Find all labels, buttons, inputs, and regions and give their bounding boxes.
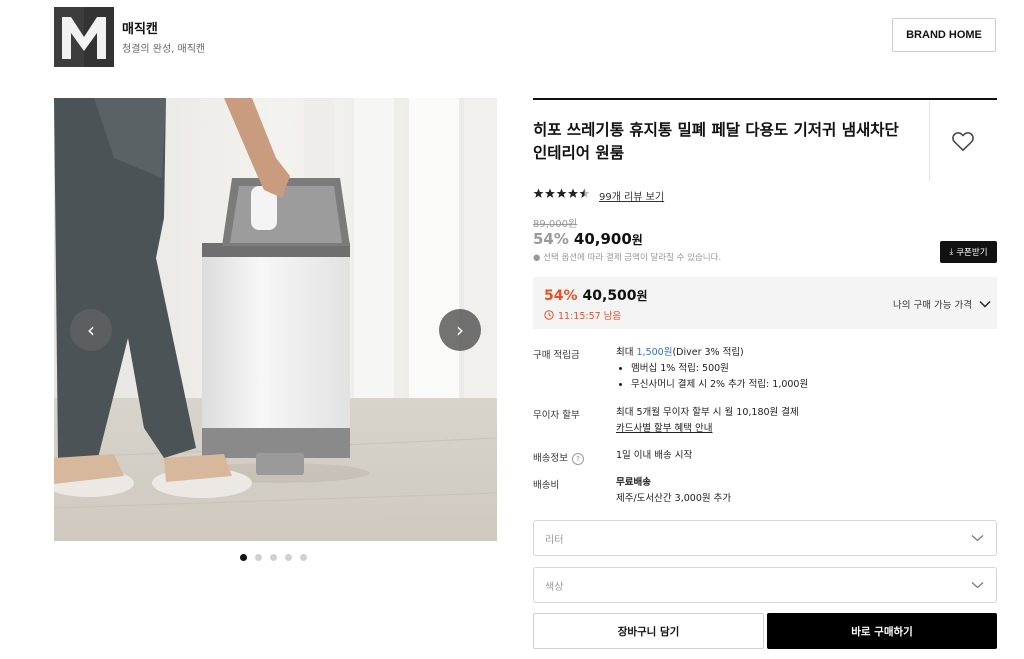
- installment-info: 최대 5개월 무이자 할부 시 월 10,180원 결제 카드사별 할부 혜택 …: [616, 405, 916, 437]
- chevron-down-icon: [971, 535, 984, 542]
- best-price-number: 40,500: [582, 288, 637, 304]
- points-info: 최대 1,500원(Diver 3% 적립) 멤버십 1% 적립: 500원 무…: [616, 345, 916, 393]
- chevron-down-icon: [971, 582, 984, 589]
- best-price-unit: 원: [636, 289, 648, 303]
- chevron-down-icon: [979, 301, 991, 308]
- color-select[interactable]: 색상: [533, 567, 997, 603]
- brand-logo[interactable]: [54, 7, 114, 67]
- add-to-cart-button[interactable]: 장바구니 담기: [533, 613, 764, 649]
- points-prefix: 최대: [616, 347, 637, 358]
- installment-text: 최대 5개월 무이자 할부 시 월 10,180원 결제: [616, 407, 799, 418]
- gallery-dot[interactable]: [255, 554, 262, 561]
- brand-home-button[interactable]: BRAND HOME: [892, 18, 996, 52]
- sale-price-row: 54% 40,900원: [533, 230, 643, 248]
- coupon-button[interactable]: ⤓ 쿠폰받기: [940, 241, 997, 263]
- product-image[interactable]: [54, 98, 497, 541]
- star-rating-icon: [533, 188, 590, 198]
- installment-link[interactable]: 카드사별 할부 혜택 안내: [616, 421, 916, 437]
- points-breakdown: 멤버십 1% 적립: 500원 무신사머니 결제 시 2% 추가 적립: 1,0…: [616, 361, 916, 393]
- brand-logo-mark: [54, 7, 114, 67]
- brand-name[interactable]: 매직캔: [122, 18, 158, 37]
- gallery-prev-button[interactable]: ‹: [70, 309, 112, 351]
- my-price-toggle[interactable]: 나의 구매 가능 가격: [893, 297, 991, 311]
- my-price-label: 나의 구매 가능 가격: [893, 300, 972, 311]
- fee-extra: 제주/도서산간 3,000원 추가: [616, 493, 732, 504]
- chevron-left-icon: ‹: [87, 318, 95, 342]
- chevron-right-icon: ›: [456, 318, 464, 342]
- shipping-text: 1일 이내 배송 시작: [616, 450, 693, 461]
- product-photo: [54, 98, 497, 541]
- help-icon[interactable]: ?: [571, 452, 584, 465]
- reviews-link[interactable]: 99개 리뷰 보기: [599, 188, 664, 203]
- brand-tagline: 청결의 완성, 매직캔: [122, 44, 206, 55]
- shipping-label-wrap: 배송정보?: [533, 450, 584, 465]
- price-note: ● 선택 옵션에 따라 결제 금액이 달라질 수 있습니다.: [533, 253, 722, 263]
- best-discount-rate: 54%: [544, 288, 578, 304]
- fee-text: 무료배송: [616, 477, 651, 488]
- gallery-dot[interactable]: [300, 554, 307, 561]
- sale-price: 40,900원: [574, 230, 643, 248]
- shipping-label: 배송정보: [533, 453, 568, 464]
- gallery-dot[interactable]: [285, 554, 292, 561]
- original-price: 89,000원: [533, 219, 578, 230]
- best-price-row: 54% 40,500원: [544, 287, 648, 304]
- best-price: 40,500원: [583, 287, 648, 304]
- title-divider: [929, 101, 930, 181]
- fee-label: 배송비: [533, 480, 560, 491]
- wishlist-heart-icon[interactable]: [950, 128, 976, 154]
- gallery-next-button[interactable]: ›: [439, 309, 481, 351]
- coupon-button-label: 쿠폰받기: [956, 248, 988, 258]
- sale-price-unit: 원: [631, 233, 643, 247]
- product-title: 히포 쓰레기통 휴지통 밀폐 페달 다용도 기저귀 냄새차단 인테리어 원룸: [533, 121, 899, 162]
- fee-info: 무료배송 제주/도서산간 3,000원 추가: [616, 475, 916, 507]
- rating-stars: [533, 188, 591, 202]
- installment-label: 무이자 할부: [533, 410, 580, 421]
- points-summary: 최대 1,500원(Diver 3% 적립): [616, 345, 916, 361]
- gallery-dot[interactable]: [270, 554, 277, 561]
- download-icon: ⤓: [949, 247, 954, 257]
- points-suffix: (Diver 3% 적립): [672, 347, 744, 358]
- discount-rate: 54%: [533, 230, 569, 248]
- points-label: 구매 적립금: [533, 350, 580, 361]
- liter-select[interactable]: 리터: [533, 520, 997, 556]
- countdown-timer: 11:15:57 남음: [544, 308, 621, 322]
- sale-price-number: 40,900: [573, 230, 632, 248]
- color-select-placeholder: 색상: [545, 581, 564, 593]
- timer-text: 11:15:57 남음: [558, 311, 622, 322]
- points-bullet: 멤버십 1% 적립: 500원: [631, 361, 916, 377]
- gallery-dot[interactable]: [240, 554, 247, 561]
- title-top-rule: [533, 98, 997, 100]
- gallery-pagination: [240, 554, 307, 561]
- liter-select-placeholder: 리터: [545, 534, 564, 546]
- clock-icon: [544, 310, 554, 320]
- buy-now-button[interactable]: 바로 구매하기: [767, 613, 997, 649]
- points-bullet: 무신사머니 결제 시 2% 추가 적립: 1,000원: [631, 377, 916, 393]
- points-amount: 1,500원: [636, 347, 673, 358]
